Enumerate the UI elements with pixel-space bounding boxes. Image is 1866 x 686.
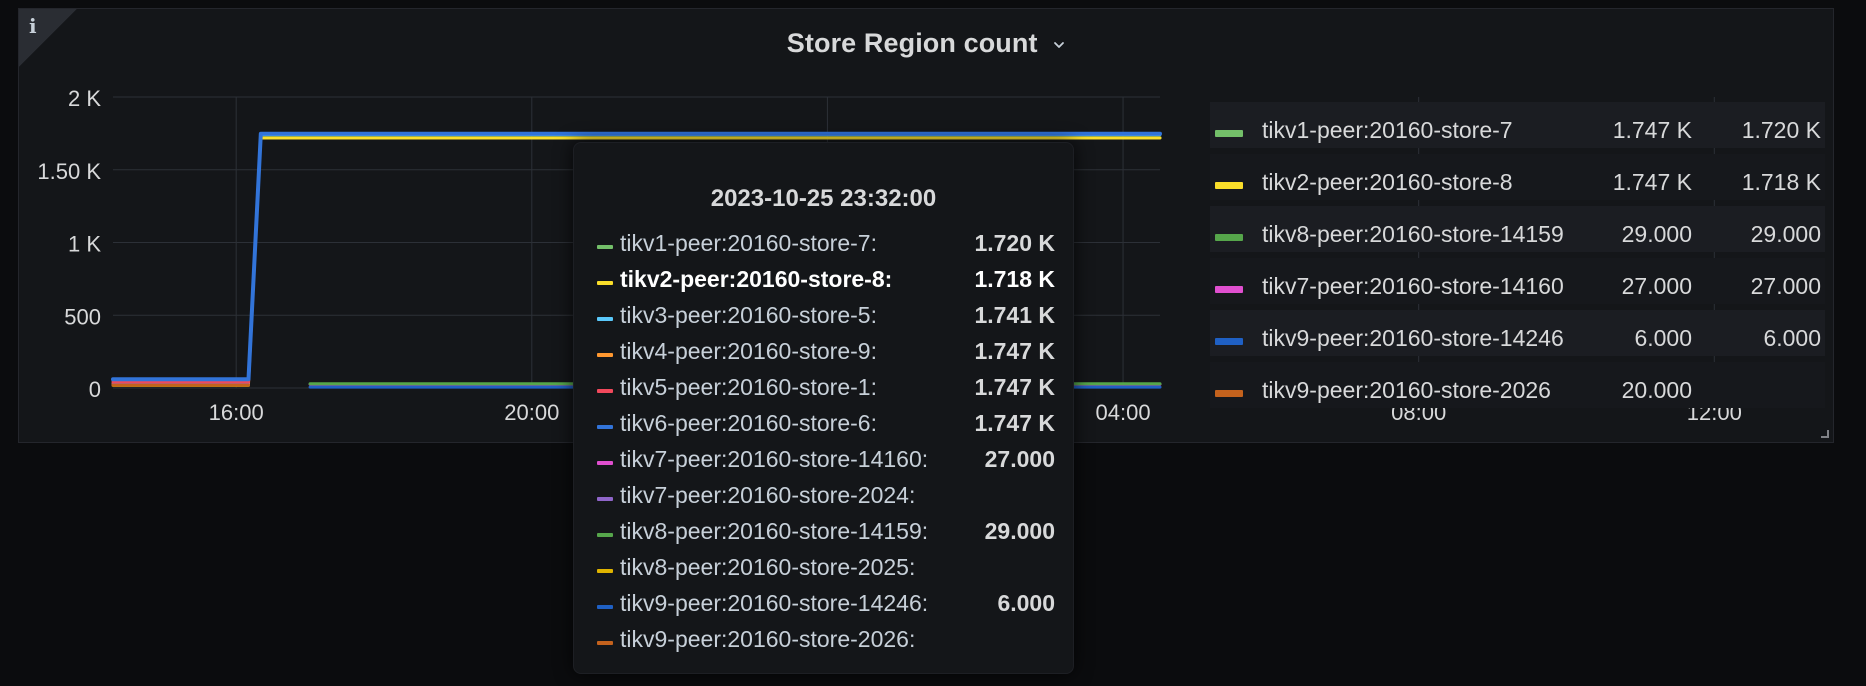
tooltip-series-swatch	[597, 569, 613, 573]
tooltip-series-swatch	[597, 497, 613, 501]
legend-value-first: 27.000	[1621, 273, 1692, 299]
x-tick-label: 16:00	[209, 400, 264, 425]
tooltip-series-value: 1.720 K	[974, 230, 1055, 256]
y-tick-label: 500	[64, 304, 101, 329]
legend-series-label[interactable]: tikv8-peer:20160-store-14159	[1262, 221, 1564, 248]
tooltip-row: tikv6-peer:20160-store-6: 1.747 K	[597, 410, 1055, 440]
tooltip-series-label: tikv3-peer:20160-store-5:	[620, 302, 877, 328]
y-tick-label: 1 K	[68, 232, 101, 257]
legend-series-label[interactable]: tikv7-peer:20160-store-14160	[1262, 273, 1564, 300]
tooltip-row: tikv1-peer:20160-store-7: 1.720 K	[597, 230, 1055, 260]
legend-series-swatch	[1215, 234, 1243, 241]
tooltip-series-label: tikv7-peer:20160-store-2024:	[620, 482, 916, 508]
y-tick-label: 0	[89, 377, 101, 402]
legend-series-label[interactable]: tikv9-peer:20160-store-14246	[1262, 325, 1564, 352]
tooltip-series-label: tikv1-peer:20160-store-7:	[620, 230, 877, 256]
legend-row[interactable]: tikv2-peer:20160-store-8 1.747 K 1.718 K	[1210, 154, 1825, 200]
legend-value-first: 6.000	[1634, 325, 1692, 351]
tooltip-series-swatch	[597, 245, 613, 249]
legend-series-swatch	[1215, 130, 1243, 137]
tooltip-series-value: 1.747 K	[974, 410, 1055, 436]
tooltip-series-value: 29.000	[984, 518, 1055, 544]
tooltip-series-label: tikv8-peer:20160-store-2025:	[620, 554, 916, 580]
tooltip-series-swatch	[597, 461, 613, 465]
tooltip-series-swatch	[597, 533, 613, 537]
tooltip-series-swatch	[597, 425, 613, 429]
tooltip-series-label: tikv2-peer:20160-store-8:	[620, 266, 893, 292]
legend-value-second: 29.000	[1750, 221, 1821, 247]
tooltip-series-label: tikv5-peer:20160-store-1:	[620, 374, 877, 400]
y-tick-label: 2 K	[68, 86, 101, 111]
legend-series-label[interactable]: tikv1-peer:20160-store-7	[1262, 117, 1513, 144]
legend-row[interactable]: tikv9-peer:20160-store-14246 6.000 6.000	[1210, 310, 1825, 356]
tooltip-series-swatch	[597, 641, 613, 645]
x-tick-label: 04:00	[1096, 400, 1151, 425]
legend-series-swatch	[1215, 338, 1243, 345]
legend-value-second: 1.720 K	[1741, 117, 1821, 143]
tooltip-row: tikv3-peer:20160-store-5: 1.741 K	[597, 302, 1055, 332]
tooltip-row: tikv5-peer:20160-store-1: 1.747 K	[597, 374, 1055, 404]
y-tick-label: 1.50 K	[37, 159, 101, 184]
legend-value-second: 27.000	[1750, 273, 1821, 299]
tooltip-series-label: tikv4-peer:20160-store-9:	[620, 338, 877, 364]
tooltip-series-swatch	[597, 317, 613, 321]
tooltip-row: tikv9-peer:20160-store-2026:	[597, 626, 1055, 656]
dashboard-stage: i Store Region count 0 500 1 K 1.50 K2 K 16:…	[0, 0, 1866, 686]
tooltip-series-swatch	[597, 605, 613, 609]
tooltip-series-value: 1.718 K	[974, 266, 1055, 292]
tooltip-series-value: 1.747 K	[974, 338, 1055, 364]
x-tick-label: 20:00	[504, 400, 559, 425]
tooltip-row: tikv7-peer:20160-store-2024:	[597, 482, 1055, 512]
resize-handle-icon[interactable]	[1821, 430, 1829, 438]
legend-row[interactable]: tikv9-peer:20160-store-2026 20.000	[1210, 362, 1825, 408]
chart-tooltip: 2023-10-25 23:32:00 tikv1-peer:20160-sto…	[573, 142, 1074, 674]
legend-row[interactable]: tikv7-peer:20160-store-14160 27.000 27.000	[1210, 258, 1825, 304]
legend-value-first: 20.000	[1621, 377, 1692, 403]
tooltip-row: tikv2-peer:20160-store-8: 1.718 K	[597, 266, 1055, 296]
tooltip-time: 2023-10-25 23:32:00	[710, 185, 937, 212]
tooltip-row: tikv4-peer:20160-store-9: 1.747 K	[597, 338, 1055, 368]
tooltip-series-value: 1.741 K	[974, 302, 1055, 328]
tooltip-series-value: 27.000	[984, 446, 1055, 472]
legend-value-second: 1.718 K	[1741, 169, 1821, 195]
tooltip-series-label: tikv6-peer:20160-store-6:	[620, 410, 877, 436]
legend-series-swatch	[1215, 390, 1243, 397]
tooltip-row: tikv7-peer:20160-store-14160: 27.000	[597, 446, 1055, 476]
legend-value-first: 1.747 K	[1612, 169, 1692, 195]
legend-value-first: 29.000	[1621, 221, 1692, 247]
legend-series-label[interactable]: tikv9-peer:20160-store-2026	[1262, 377, 1551, 404]
tooltip-series-value: 6.000	[997, 590, 1055, 616]
chart-legend: tikv1-peer:20160-store-7 1.747 K 1.720 Kti…	[1210, 102, 1825, 426]
legend-value-second: 6.000	[1763, 325, 1821, 351]
tooltip-series-swatch	[597, 389, 613, 393]
tooltip-row: tikv9-peer:20160-store-14246: 6.000	[597, 590, 1055, 620]
legend-series-label[interactable]: tikv2-peer:20160-store-8	[1262, 169, 1513, 196]
tooltip-series-label: tikv7-peer:20160-store-14160:	[620, 446, 929, 472]
legend-row[interactable]: tikv8-peer:20160-store-14159 29.000 29.000	[1210, 206, 1825, 252]
tooltip-series-label: tikv9-peer:20160-store-2026:	[620, 626, 916, 652]
tooltip-row: tikv8-peer:20160-store-14159: 29.000	[597, 518, 1055, 548]
tooltip-series-swatch	[597, 353, 613, 357]
legend-row[interactable]: tikv1-peer:20160-store-7 1.747 K 1.720 K	[1210, 102, 1825, 148]
tooltip-series-value: 1.747 K	[974, 374, 1055, 400]
tooltip-series-label: tikv8-peer:20160-store-14159:	[620, 518, 929, 544]
legend-series-swatch	[1215, 286, 1243, 293]
tooltip-row: tikv8-peer:20160-store-2025:	[597, 554, 1055, 584]
legend-series-swatch	[1215, 182, 1243, 189]
tooltip-series-label: tikv9-peer:20160-store-14246:	[620, 590, 929, 616]
legend-value-first: 1.747 K	[1612, 117, 1692, 143]
tooltip-series-swatch	[597, 281, 613, 285]
